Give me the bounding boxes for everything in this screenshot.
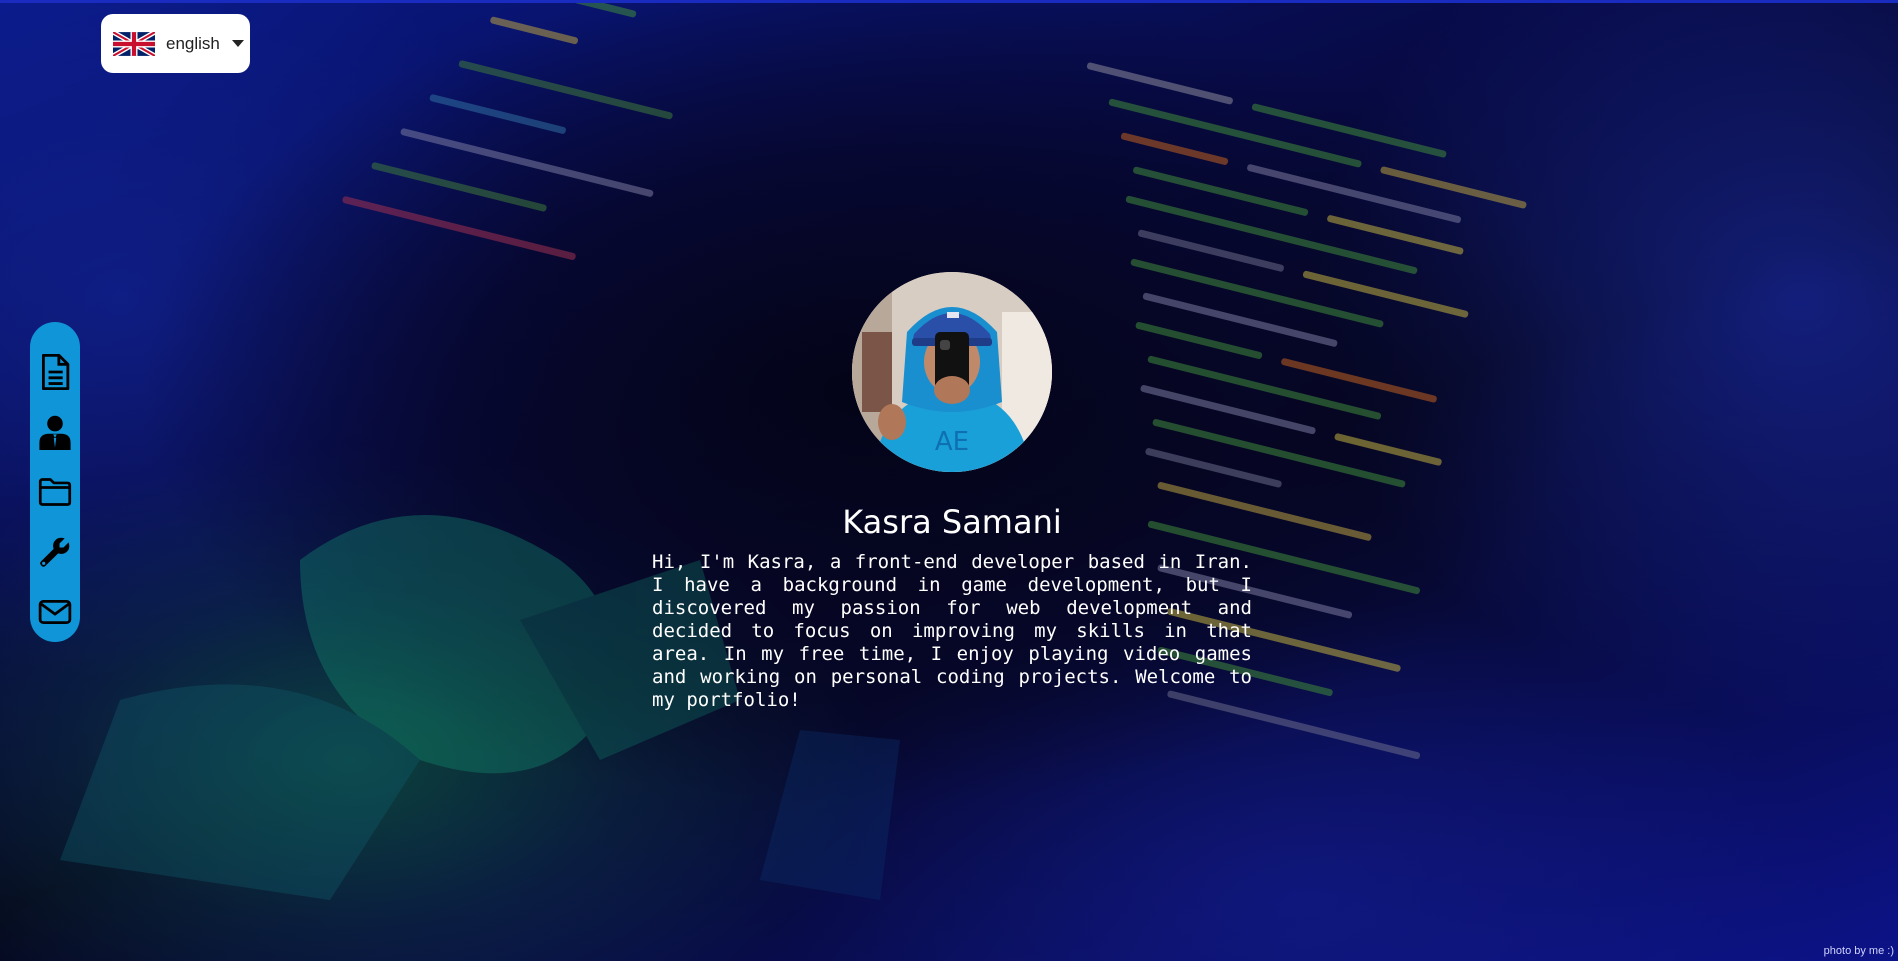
language-selector[interactable]: english <box>101 14 250 73</box>
nav-item-resume[interactable] <box>35 342 75 402</box>
side-navigation <box>30 322 80 642</box>
avatar-photo: AE <box>852 272 1052 472</box>
code-screen-backdrop <box>60 0 1527 900</box>
wrench-icon <box>40 537 70 567</box>
envelope-icon <box>38 599 72 625</box>
top-border <box>0 0 1898 3</box>
nav-item-about[interactable] <box>35 402 75 462</box>
uk-flag-icon <box>113 31 155 56</box>
user-icon <box>39 415 71 450</box>
nav-item-skills[interactable] <box>35 522 75 582</box>
nav-item-projects[interactable] <box>35 462 75 522</box>
photo-credit: photo by me :) <box>1823 945 1894 957</box>
folder-icon <box>38 478 72 506</box>
chevron-down-icon <box>231 40 244 47</box>
page-title: Kasra Samani <box>842 503 1062 542</box>
svg-text:AE: AE <box>935 427 969 457</box>
nav-item-contact[interactable] <box>35 582 75 642</box>
document-icon <box>42 354 70 390</box>
language-label: english <box>166 33 220 53</box>
profile-avatar: AE <box>852 272 1052 472</box>
bio-text: Hi, I'm Kasra, a front-end developer bas… <box>652 551 1252 711</box>
